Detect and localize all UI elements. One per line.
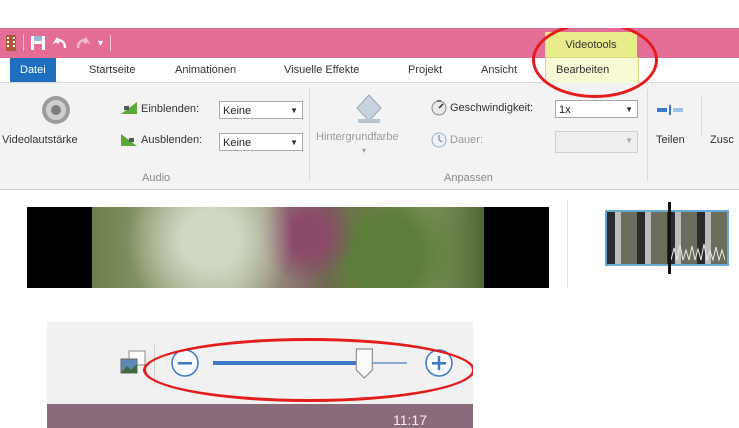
duration-icon	[431, 132, 447, 148]
zoom-in-button[interactable]	[425, 349, 453, 377]
app-menu-icon[interactable]	[6, 35, 16, 51]
tab-datei[interactable]: Datei	[10, 58, 56, 82]
tab-startseite[interactable]: Startseite	[89, 58, 135, 82]
speed-icon	[431, 100, 447, 116]
videotools-context-header: Videotools	[545, 32, 637, 58]
fade-in-icon	[121, 102, 137, 114]
speaker-icon[interactable]	[40, 93, 72, 127]
chevron-down-icon[interactable]: ▾	[362, 146, 366, 155]
zoom-slider-crop: 11:17	[47, 322, 473, 428]
playhead[interactable]	[668, 202, 671, 274]
tab-ansicht[interactable]: Ansicht	[481, 58, 517, 82]
timeline-clip[interactable]	[605, 210, 729, 266]
chevron-down-icon: ▼	[625, 136, 633, 145]
redo-icon[interactable]	[75, 36, 91, 50]
minus-icon	[178, 362, 192, 365]
taskbar-strip: 11:17	[47, 404, 473, 428]
split-icon[interactable]	[657, 105, 683, 115]
video-preview[interactable]	[27, 207, 549, 288]
save-icon[interactable]	[31, 36, 45, 50]
fade-in-dropdown[interactable]: Keine ▼	[219, 101, 303, 119]
toolbar-divider	[23, 35, 24, 51]
movie-maker-window: ▾ Videotools Datei Startseite Animatione…	[0, 28, 739, 288]
duration-dropdown[interactable]: ▼	[555, 131, 638, 153]
speed-label: Geschwindigkeit:	[450, 102, 534, 114]
ribbon-tabs: Datei Startseite Animationen Visuelle Ef…	[0, 57, 739, 83]
thumbnail-size-icon[interactable]	[119, 349, 147, 377]
zoom-out-button[interactable]	[171, 349, 199, 377]
tab-animationen[interactable]: Animationen	[175, 58, 236, 82]
audio-group-label: Audio	[142, 172, 171, 184]
tab-projekt[interactable]: Projekt	[408, 58, 442, 82]
adjust-group-label: Anpassen	[444, 172, 493, 184]
fade-out-icon	[121, 134, 137, 146]
slider-thumb[interactable]	[355, 348, 373, 379]
tab-visuelle-effekte[interactable]: Visuelle Effekte	[284, 58, 359, 82]
chevron-down-icon: ▼	[625, 105, 633, 114]
fade-out-label: Ausblenden:	[141, 134, 203, 146]
taskbar-clock: 11:17	[393, 412, 427, 428]
fade-out-dropdown[interactable]: Keine ▼	[219, 133, 303, 151]
speed-value: 1x	[559, 104, 571, 116]
speed-dropdown[interactable]: 1x ▼	[555, 100, 638, 118]
group-divider	[701, 97, 702, 137]
undo-icon[interactable]	[52, 36, 68, 50]
zoom-slider[interactable]	[169, 346, 459, 380]
group-divider	[647, 89, 648, 181]
ribbon-panel: Videolautstärke Einblenden: Keine ▼ Ausb…	[0, 83, 739, 190]
background-color-icon[interactable]	[354, 93, 384, 125]
chevron-down-icon: ▼	[290, 138, 298, 147]
split-button[interactable]: Teilen	[656, 134, 685, 146]
fade-in-label: Einblenden:	[141, 103, 200, 115]
quick-access-toolbar: ▾	[6, 35, 112, 51]
group-divider	[309, 89, 310, 181]
toolbar-divider	[154, 345, 155, 385]
audio-waveform	[671, 243, 725, 262]
trim-button[interactable]: Zusc	[710, 134, 734, 146]
customize-toolbar-icon[interactable]: ▾	[98, 38, 103, 49]
title-bar: ▾ Videotools	[0, 28, 739, 58]
preview-frame	[92, 207, 484, 288]
storyboard-panel	[567, 200, 739, 288]
fade-in-value: Keine	[223, 105, 252, 117]
duration-label: Dauer:	[450, 134, 484, 146]
video-volume-button[interactable]: Videolautstärke	[2, 134, 78, 146]
chevron-down-icon: ▼	[290, 106, 298, 115]
toolbar-divider	[110, 35, 112, 51]
fade-out-value: Keine	[223, 137, 252, 149]
background-color-button[interactable]: Hintergrundfarbe	[316, 131, 399, 143]
tab-bearbeiten[interactable]: Bearbeiten	[545, 57, 639, 83]
